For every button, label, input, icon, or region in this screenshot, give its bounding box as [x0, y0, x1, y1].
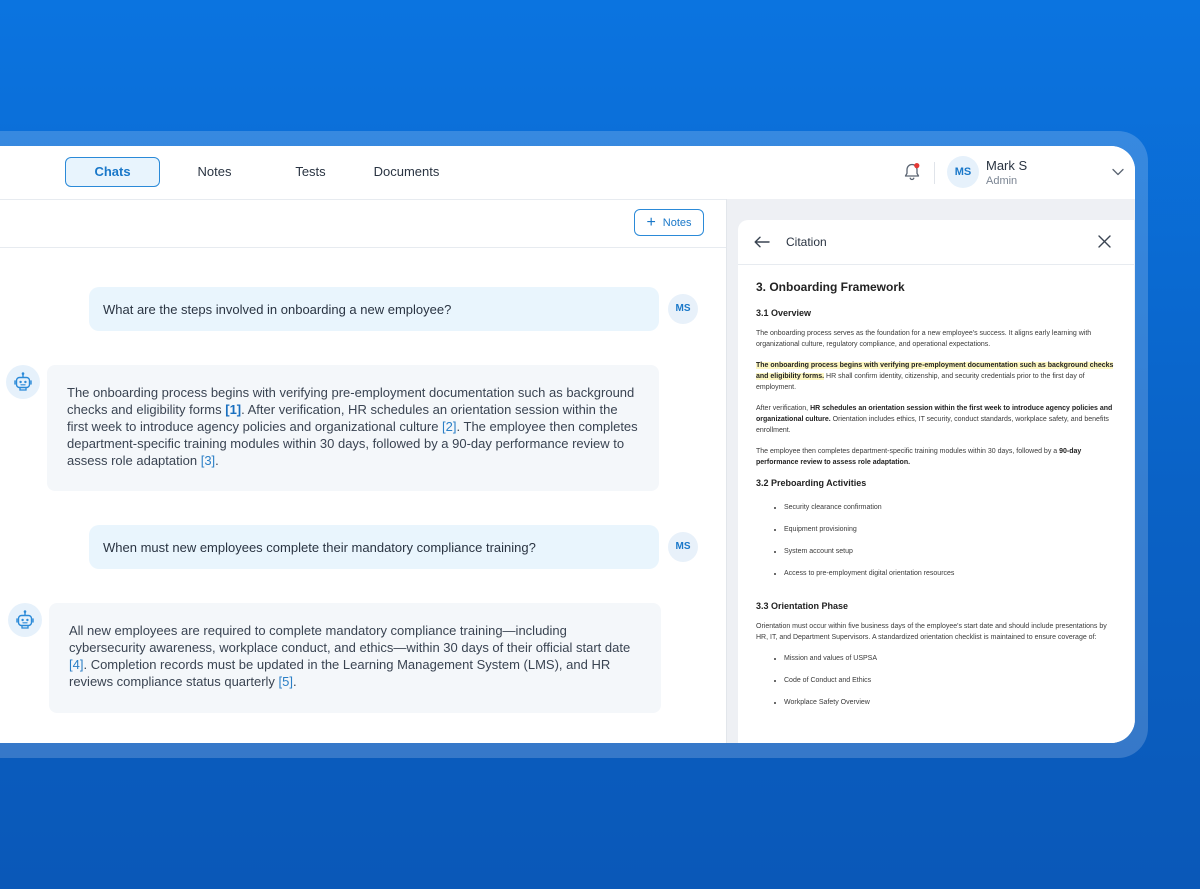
citation-link[interactable]: [1] — [225, 402, 241, 417]
doc-text: After verification, — [756, 405, 811, 412]
bell-icon[interactable] — [903, 162, 921, 182]
user-avatar: MS — [668, 294, 698, 324]
doc-subheading: 3.3 Orientation Phase — [756, 601, 849, 611]
list-item: Security clearance confirmation — [784, 502, 1118, 513]
doc-paragraph: The employee then completes department-s… — [756, 446, 1118, 468]
citation-panel: Citation 3. Onboarding Framework 3.1 Ove… — [738, 220, 1134, 743]
doc-paragraph: Orientation must occur within five busin… — [756, 623, 1107, 641]
user-message-text: What are the steps involved in onboardin… — [103, 301, 452, 317]
user-message: What are the steps involved in onboardin… — [89, 287, 659, 331]
user-message-text: When must new employees complete their m… — [103, 539, 536, 555]
list-item: Access to pre-employment digital orienta… — [784, 568, 1118, 579]
divider — [934, 162, 935, 184]
list-item: Workplace Safety Overview — [784, 697, 1118, 708]
tab-documents[interactable]: Documents — [359, 157, 454, 187]
citation-document: 3. Onboarding Framework 3.1 Overview The… — [756, 280, 1118, 722]
add-notes-label: Notes — [662, 216, 692, 229]
chat-toolbar: + Notes — [0, 199, 726, 248]
tab-notes[interactable]: Notes — [167, 157, 262, 187]
plus-icon: + — [646, 213, 656, 231]
list-item: Code of Conduct and Ethics — [784, 675, 1118, 686]
top-nav: Chats Notes Tests Documents MS Mark S Ad… — [0, 146, 1135, 200]
list-item: System account setup — [784, 546, 1118, 557]
user-message: When must new employees complete their m… — [89, 525, 659, 569]
add-notes-button[interactable]: + Notes — [634, 209, 704, 236]
bot-message-text: . Completion records must be updated in … — [69, 657, 611, 689]
bot-avatar — [6, 365, 40, 399]
user-name: Mark S — [986, 158, 1028, 173]
bot-avatar — [8, 603, 42, 637]
citation-link[interactable]: [5] — [279, 674, 293, 689]
avatar[interactable]: MS — [947, 156, 979, 188]
app-window: Chats Notes Tests Documents MS Mark S Ad… — [0, 146, 1135, 743]
close-icon[interactable] — [1098, 235, 1111, 248]
doc-paragraph-highlighted: The onboarding process begins with verif… — [756, 360, 1118, 393]
doc-paragraph: The onboarding process serves as the fou… — [756, 330, 1092, 348]
citation-link[interactable]: [4] — [69, 657, 83, 672]
doc-heading: 3. Onboarding Framework — [756, 280, 905, 294]
bot-message: The onboarding process begins with verif… — [47, 365, 659, 491]
citation-link[interactable]: [2] — [442, 419, 456, 434]
list-item: Mission and values of USPSA — [784, 653, 1118, 664]
citation-title: Citation — [786, 235, 827, 249]
bot-message-text: . — [215, 453, 219, 468]
doc-subheading: 3.2 Preboarding Activities — [756, 478, 867, 488]
doc-list: Security clearance confirmation Equipmen… — [756, 502, 1118, 579]
list-item: Equipment provisioning — [784, 524, 1118, 535]
tab-tests[interactable]: Tests — [263, 157, 358, 187]
tab-chats[interactable]: Chats — [65, 157, 160, 187]
user-role: Admin — [986, 175, 1018, 187]
bot-message-text: . — [293, 674, 297, 689]
robot-icon — [16, 610, 34, 629]
doc-list: Mission and values of USPSA Code of Cond… — [756, 653, 1118, 708]
doc-paragraph: After verification, HR schedules an orie… — [756, 403, 1118, 436]
doc-subheading: 3.1 Overview — [756, 308, 812, 318]
bot-message: All new employees are required to comple… — [49, 603, 661, 713]
back-arrow-icon[interactable] — [754, 236, 770, 248]
user-avatar: MS — [668, 532, 698, 562]
bot-message-text: All new employees are required to comple… — [69, 623, 631, 655]
doc-text: The employee then completes department-s… — [756, 448, 1060, 455]
robot-icon — [14, 372, 32, 391]
chevron-down-icon[interactable] — [1112, 168, 1124, 176]
citation-header: Citation — [738, 220, 1134, 265]
citation-link[interactable]: [3] — [201, 453, 215, 468]
